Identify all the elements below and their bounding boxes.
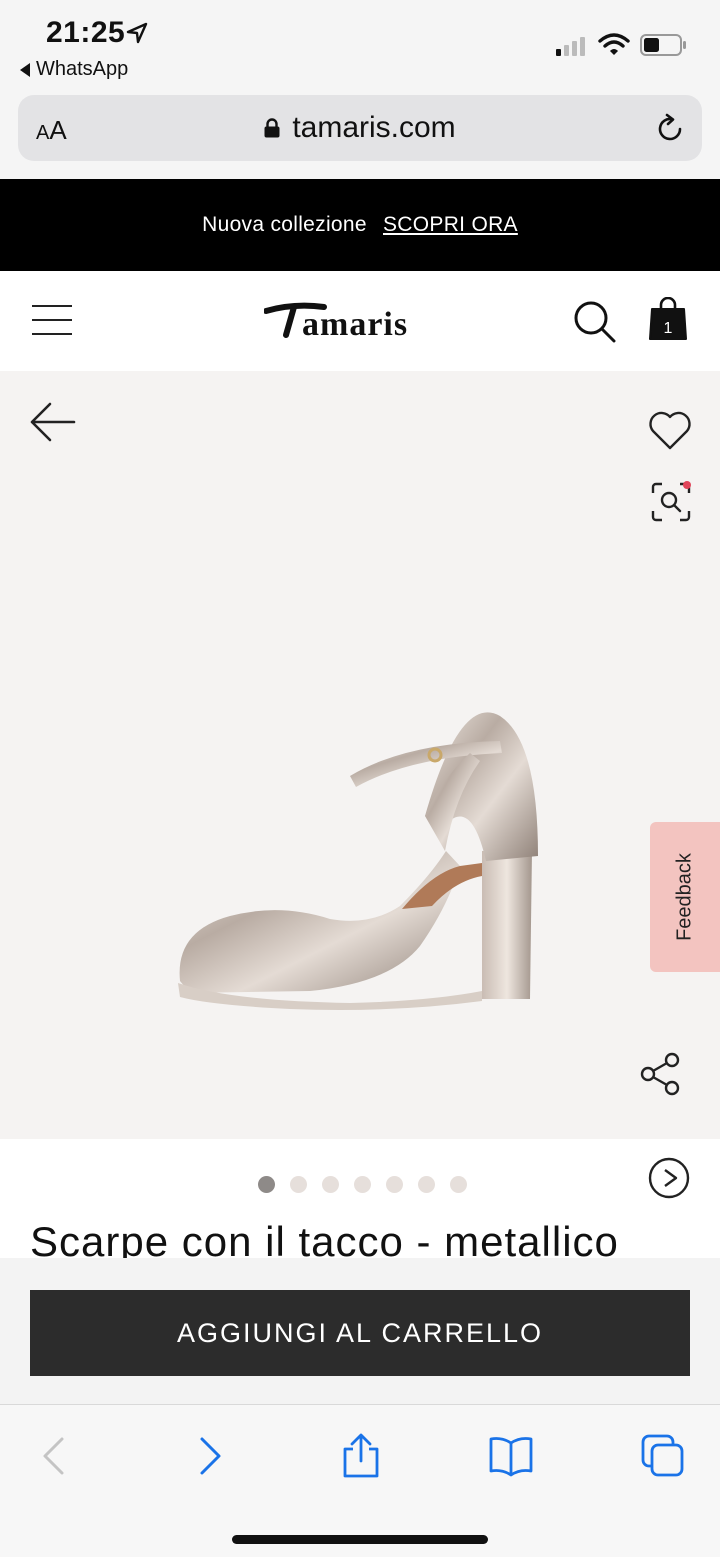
feedback-tab[interactable]: Feedback — [650, 822, 720, 972]
wifi-icon — [598, 33, 630, 55]
svg-text:amaris: amaris — [302, 306, 408, 343]
tabs-icon[interactable] — [640, 1433, 686, 1479]
location-arrow-icon — [126, 22, 148, 44]
gallery-dot[interactable] — [418, 1176, 435, 1193]
gallery-dot[interactable] — [450, 1176, 467, 1193]
wishlist-heart-icon[interactable] — [648, 411, 692, 451]
promo-banner: Nuova collezione SCOPRI ORA — [0, 179, 720, 271]
site-header: amaris 1 — [0, 271, 720, 371]
gallery-dot[interactable] — [386, 1176, 403, 1193]
reload-icon[interactable] — [654, 113, 686, 145]
browser-share-icon[interactable] — [338, 1433, 384, 1479]
shopping-bag-icon: 1 — [649, 296, 687, 340]
bookmarks-icon[interactable] — [488, 1433, 534, 1479]
signal-icon — [556, 36, 585, 56]
gallery-dot[interactable] — [322, 1176, 339, 1193]
battery-icon — [640, 34, 686, 56]
lock-icon — [264, 118, 280, 138]
status-time: 21:25 — [46, 16, 126, 49]
product-title-area: Scarpe con il tacco - metallico — [0, 1212, 720, 1258]
menu-icon[interactable] — [32, 305, 72, 335]
back-triangle-icon — [20, 62, 30, 77]
address-bar[interactable]: AA tamaris.com — [18, 95, 702, 161]
add-to-cart-button[interactable]: AGGIUNGI AL CARRELLO — [30, 1290, 690, 1376]
feedback-label: Feedback — [673, 853, 696, 941]
browser-back-icon[interactable] — [32, 1433, 78, 1479]
sticky-cart-bar: AGGIUNGI AL CARRELLO — [0, 1258, 720, 1404]
back-app-label: WhatsApp — [36, 58, 129, 80]
cart-button[interactable]: 1 — [648, 296, 688, 341]
browser-forward-icon[interactable] — [186, 1433, 232, 1479]
browser-address-area: AA tamaris.com — [0, 92, 720, 179]
promo-text: Nuova collezione — [202, 213, 367, 236]
brand-logo[interactable]: amaris — [264, 295, 454, 345]
status-bar: 21:25 WhatsApp — [0, 0, 720, 92]
gallery-dot[interactable] — [258, 1176, 275, 1193]
share-icon[interactable] — [638, 1051, 684, 1097]
gallery-dot[interactable] — [354, 1176, 371, 1193]
play-video-icon[interactable] — [648, 1157, 690, 1199]
back-to-app[interactable]: WhatsApp — [20, 58, 128, 81]
product-image — [178, 712, 538, 1010]
url-field[interactable]: tamaris.com — [18, 111, 702, 145]
gallery-pagination — [258, 1176, 467, 1193]
home-indicator — [232, 1535, 488, 1544]
back-arrow-icon[interactable] — [28, 401, 76, 443]
cart-count: 1 — [664, 320, 673, 337]
url-text: tamaris.com — [292, 111, 456, 144]
visual-search-icon[interactable] — [650, 481, 692, 523]
gallery-dot[interactable] — [290, 1176, 307, 1193]
product-title: Scarpe con il tacco - metallico — [30, 1218, 619, 1258]
promo-cta-link[interactable]: SCOPRI ORA — [383, 213, 518, 236]
product-gallery[interactable]: Feedback — [0, 371, 720, 1139]
browser-toolbar — [0, 1404, 720, 1557]
search-icon[interactable] — [572, 299, 616, 343]
